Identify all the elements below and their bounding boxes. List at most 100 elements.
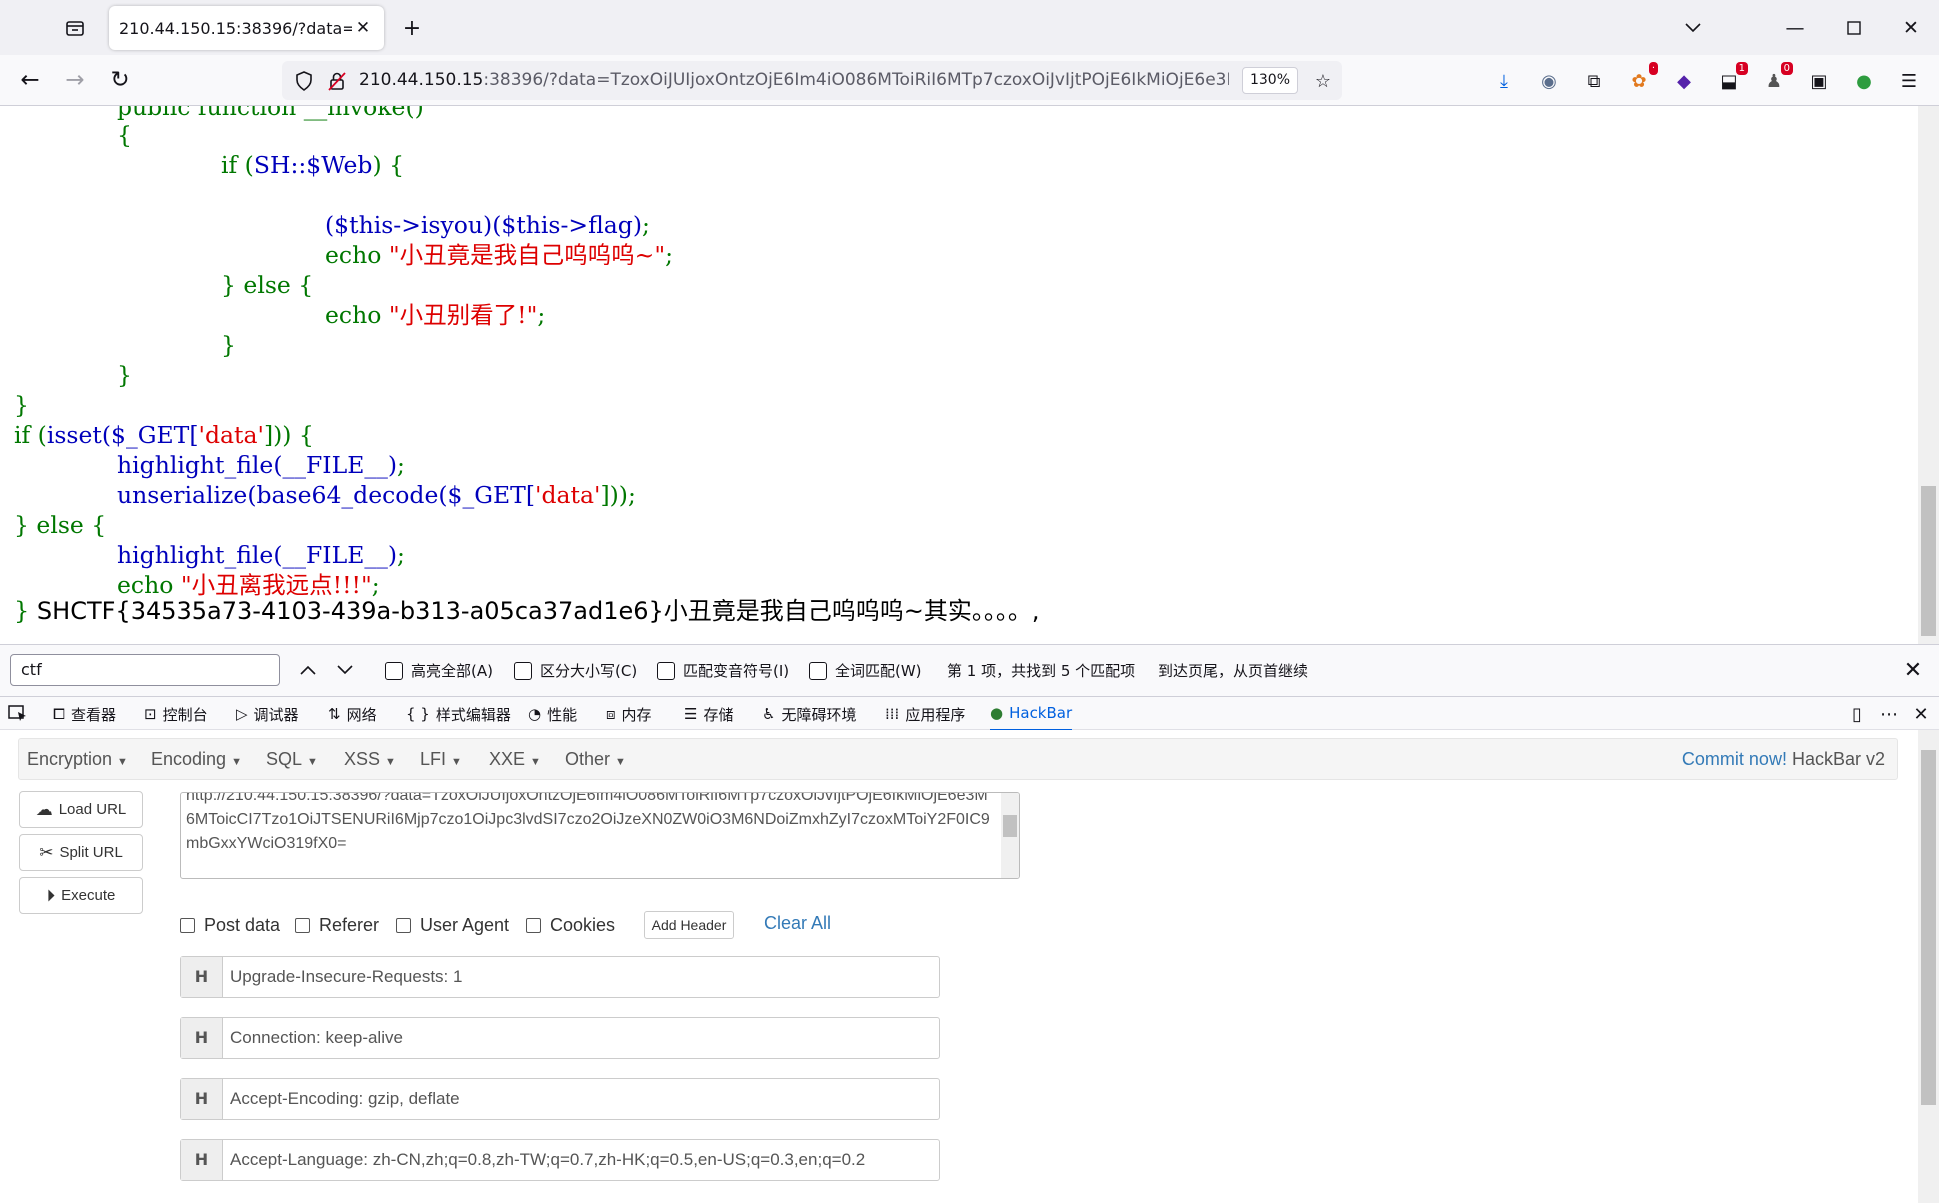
menu-xxe[interactable]: XXE ▼: [489, 739, 541, 779]
find-diacritics-checkbox[interactable]: 匹配变音符号(I): [657, 660, 789, 681]
hackbar-panel: Encryption ▼ Encoding ▼ SQL ▼ XSS ▼ LFI ▼ XXE…: [0, 730, 1918, 1203]
flag-output-text: SHCTF{34535a73-4103-439a-b313-a05ca37ad1…: [36, 597, 1040, 625]
url-bar[interactable]: 210.44.150.15:38396/?data=TzoxOiJUIjoxOn…: [282, 61, 1342, 100]
chevron-down-icon[interactable]: [1673, 8, 1713, 48]
tab-network[interactable]: ⇅ 网络: [328, 697, 377, 731]
tab-list-icon[interactable]: [57, 10, 93, 46]
hackbar-menu: Encryption ▼ Encoding ▼ SQL ▼ XSS ▼ LFI ▼ XXE…: [18, 738, 1898, 780]
tab-strip: 210.44.150.15:38396/?data=Tzox ✕ + — ✕: [0, 0, 1939, 55]
tab-memory[interactable]: ⧈ 内存: [606, 697, 652, 731]
url-path: :38396/?data=TzoxOiJUIjoxOntzOjE6Im4iO08…: [483, 70, 1229, 90]
tab-storage[interactable]: ☰ 存储: [684, 697, 733, 731]
header-row[interactable]: H Accept-Language: zh-CN,zh;q=0.8,zh-TW;…: [180, 1139, 940, 1181]
hackbar-icon: ●: [990, 704, 1004, 722]
tab-console[interactable]: ⊡ 控制台: [144, 697, 208, 731]
extension-share-icon[interactable]: ⬓ 1: [1716, 62, 1748, 94]
extension-bell-icon[interactable]: ♟ 0: [1761, 62, 1793, 94]
header-row[interactable]: H Upgrade-Insecure-Requests: 1: [180, 956, 940, 998]
tab-performance[interactable]: ◔ 性能: [528, 697, 577, 731]
cookies-checkbox[interactable]: Cookies: [526, 915, 615, 936]
dock-side-icon[interactable]: ▯: [1842, 697, 1872, 731]
menu-lfi[interactable]: LFI ▼: [420, 739, 462, 779]
caret-down-icon: ▼: [530, 756, 541, 768]
url-textarea-scrollbar[interactable]: [1001, 793, 1019, 878]
add-header-button[interactable]: Add Header: [644, 911, 734, 939]
header-row[interactable]: H Accept-Encoding: gzip, deflate: [180, 1078, 940, 1120]
extension-purple-icon[interactable]: ◆: [1671, 68, 1697, 94]
split-url-button[interactable]: ✂ Split URL: [19, 834, 143, 871]
menu-hamburger-icon[interactable]: ☰: [1896, 68, 1922, 94]
forward-icon[interactable]: →: [57, 62, 93, 98]
execute-button[interactable]: ⏵ Execute: [19, 877, 143, 914]
post-data-checkbox[interactable]: Post data: [180, 915, 280, 936]
page-scrollbar[interactable]: [1918, 106, 1939, 644]
header-value[interactable]: Accept-Language: zh-CN,zh;q=0.8,zh-TW;q=…: [230, 1140, 865, 1180]
devtools-close-icon[interactable]: ✕: [1906, 697, 1936, 731]
inspector-icon: ⧠: [53, 705, 66, 723]
tab-application[interactable]: ⁞⁞⁞ 应用程序: [885, 697, 965, 731]
header-value[interactable]: Upgrade-Insecure-Requests: 1: [230, 957, 462, 997]
tab-accessibility[interactable]: ♿ 无障碍环境: [762, 697, 856, 731]
find-wrap-status: 到达页尾，从页首继续: [1158, 662, 1309, 680]
bookmark-star-icon[interactable]: ☆: [1310, 68, 1336, 94]
find-next-icon[interactable]: [331, 656, 359, 684]
tab-inspector[interactable]: ⧠ 查看器: [53, 697, 116, 731]
caret-down-icon: ▼: [307, 756, 318, 768]
extension-orange-icon[interactable]: ✿ ·: [1626, 62, 1658, 94]
shield-icon[interactable]: [291, 68, 317, 94]
menu-other[interactable]: Other ▼: [565, 739, 626, 779]
hackbar-scrollbar-thumb[interactable]: [1921, 750, 1936, 1105]
reload-icon[interactable]: ↻: [102, 62, 138, 98]
find-close-icon[interactable]: ✕: [1898, 655, 1928, 685]
header-value[interactable]: Connection: keep-alive: [230, 1018, 403, 1058]
extension-badge-zero: 0: [1780, 62, 1793, 75]
commit-now-link[interactable]: Commit now!: [1682, 749, 1787, 769]
page-scrollbar-thumb[interactable]: [1921, 486, 1936, 636]
zoom-level-badge[interactable]: 130%: [1242, 67, 1298, 94]
insecure-lock-icon[interactable]: [324, 68, 350, 94]
devtools-more-icon[interactable]: ⋯: [1874, 697, 1904, 731]
caret-down-icon: ▼: [231, 756, 242, 768]
menu-encoding[interactable]: Encoding ▼: [151, 739, 242, 779]
window-close-icon[interactable]: ✕: [1891, 8, 1931, 48]
minimize-icon[interactable]: —: [1775, 8, 1815, 48]
header-value[interactable]: Accept-Encoding: gzip, deflate: [230, 1079, 460, 1119]
extension-green-icon[interactable]: ●: [1851, 68, 1877, 94]
find-highlight-all-checkbox[interactable]: 高亮全部(A): [385, 660, 493, 681]
tab-hackbar[interactable]: ● HackBar: [990, 697, 1073, 731]
hackbar-scrollbar[interactable]: [1918, 730, 1939, 1203]
clear-all-link[interactable]: Clear All: [764, 913, 831, 934]
menu-xss[interactable]: XSS ▼: [344, 739, 396, 779]
user-agent-checkbox[interactable]: User Agent: [396, 915, 509, 936]
extensions-puzzle-icon[interactable]: ⧉: [1581, 68, 1607, 94]
back-icon[interactable]: ←: [12, 62, 48, 98]
extension-mask-icon[interactable]: ▣: [1806, 68, 1832, 94]
find-previous-icon[interactable]: [294, 656, 322, 684]
globe-extension-icon[interactable]: ◉: [1536, 68, 1562, 94]
extension-badge-one: 1: [1735, 62, 1748, 75]
tab-debugger[interactable]: ▷ 调试器: [236, 697, 299, 731]
code-line: unserialize(base64_decode($_GET['data'])…: [117, 481, 636, 509]
download-icon[interactable]: ⤓: [1491, 68, 1517, 94]
maximize-icon[interactable]: [1834, 8, 1874, 48]
url-host: 210.44.150.15: [359, 70, 484, 90]
menu-encryption[interactable]: Encryption ▼: [27, 739, 128, 779]
element-picker-icon[interactable]: [8, 697, 28, 731]
referer-checkbox[interactable]: Referer: [295, 915, 379, 936]
header-row[interactable]: H Connection: keep-alive: [180, 1017, 940, 1059]
find-match-case-checkbox[interactable]: 区分大小写(C): [514, 660, 637, 681]
url-text[interactable]: 210.44.150.15:38396/?data=TzoxOiJUIjoxOn…: [359, 61, 1229, 100]
tab-style-editor[interactable]: { } 样式编辑器: [406, 697, 511, 731]
tab-close-icon[interactable]: ✕: [352, 18, 374, 38]
find-whole-words-checkbox[interactable]: 全词匹配(W): [809, 660, 922, 681]
hackbar-url-textarea[interactable]: http://210.44.150.15:38396/?data=TzoxOiJ…: [180, 792, 1020, 879]
menu-sql[interactable]: SQL ▼: [266, 739, 318, 779]
code-line: } else {: [221, 271, 314, 299]
hackbar-commit: Commit now! HackBar v2: [1681, 749, 1885, 769]
url-textarea-scroll-thumb[interactable]: [1003, 815, 1017, 837]
active-tab[interactable]: 210.44.150.15:38396/?data=Tzox ✕: [109, 6, 384, 50]
load-url-button[interactable]: ☁ Load URL: [19, 791, 143, 828]
plus-icon[interactable]: +: [394, 10, 430, 46]
caret-down-icon: ▼: [451, 756, 462, 768]
find-input[interactable]: ctf: [10, 654, 280, 686]
